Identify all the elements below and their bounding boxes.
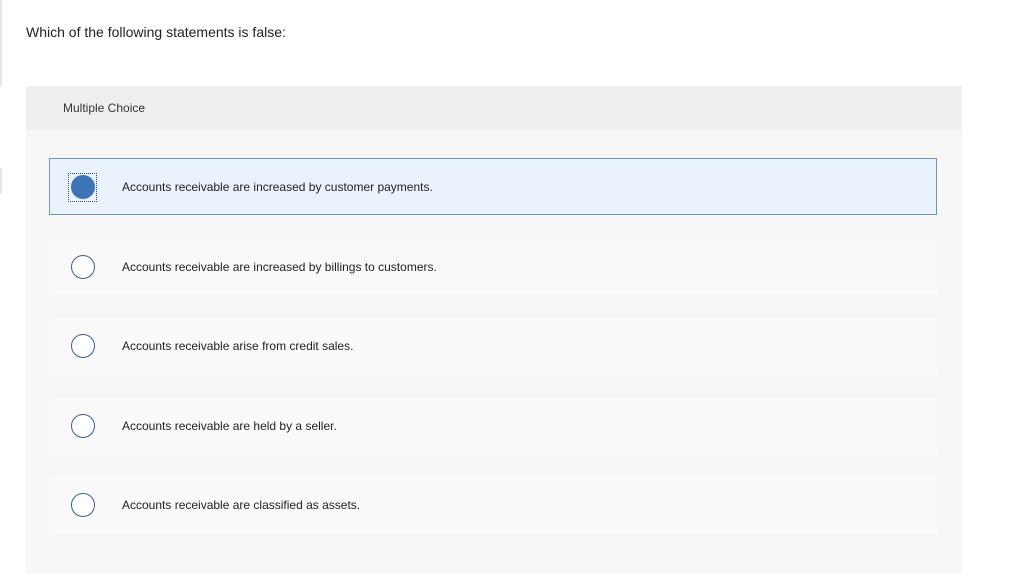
answer-option-label: Accounts receivable are increased by bil… xyxy=(122,260,437,274)
radio-button[interactable] xyxy=(71,334,95,358)
answer-option-4[interactable]: Accounts receivable are held by a seller… xyxy=(49,397,937,454)
focus-indicator xyxy=(68,173,97,202)
radio-button[interactable] xyxy=(71,414,95,438)
answer-option-label: Accounts receivable are increased by cus… xyxy=(122,180,433,194)
answer-option-1[interactable]: Accounts receivable are increased by cus… xyxy=(49,158,937,215)
answer-option-label: Accounts receivable arise from credit sa… xyxy=(122,339,354,353)
answer-option-label: Accounts receivable are held by a seller… xyxy=(122,419,337,433)
left-edge-marker xyxy=(0,0,2,86)
answer-option-label: Accounts receivable are classified as as… xyxy=(122,498,361,512)
answer-option-3[interactable]: Accounts receivable arise from credit sa… xyxy=(49,317,937,374)
left-edge-marker xyxy=(0,168,2,194)
radio-button[interactable] xyxy=(71,255,95,279)
panel-header: Multiple Choice xyxy=(26,86,962,130)
answer-option-2[interactable]: Accounts receivable are increased by bil… xyxy=(49,238,937,295)
multiple-choice-panel: Multiple Choice Accounts receivable are … xyxy=(26,86,962,574)
answer-option-5[interactable]: Accounts receivable are classified as as… xyxy=(49,476,937,533)
panel-header-label: Multiple Choice xyxy=(63,101,146,115)
radio-button[interactable] xyxy=(71,493,95,517)
question-text: Which of the following statements is fal… xyxy=(26,24,286,40)
question-page: Which of the following statements is fal… xyxy=(0,0,1024,574)
